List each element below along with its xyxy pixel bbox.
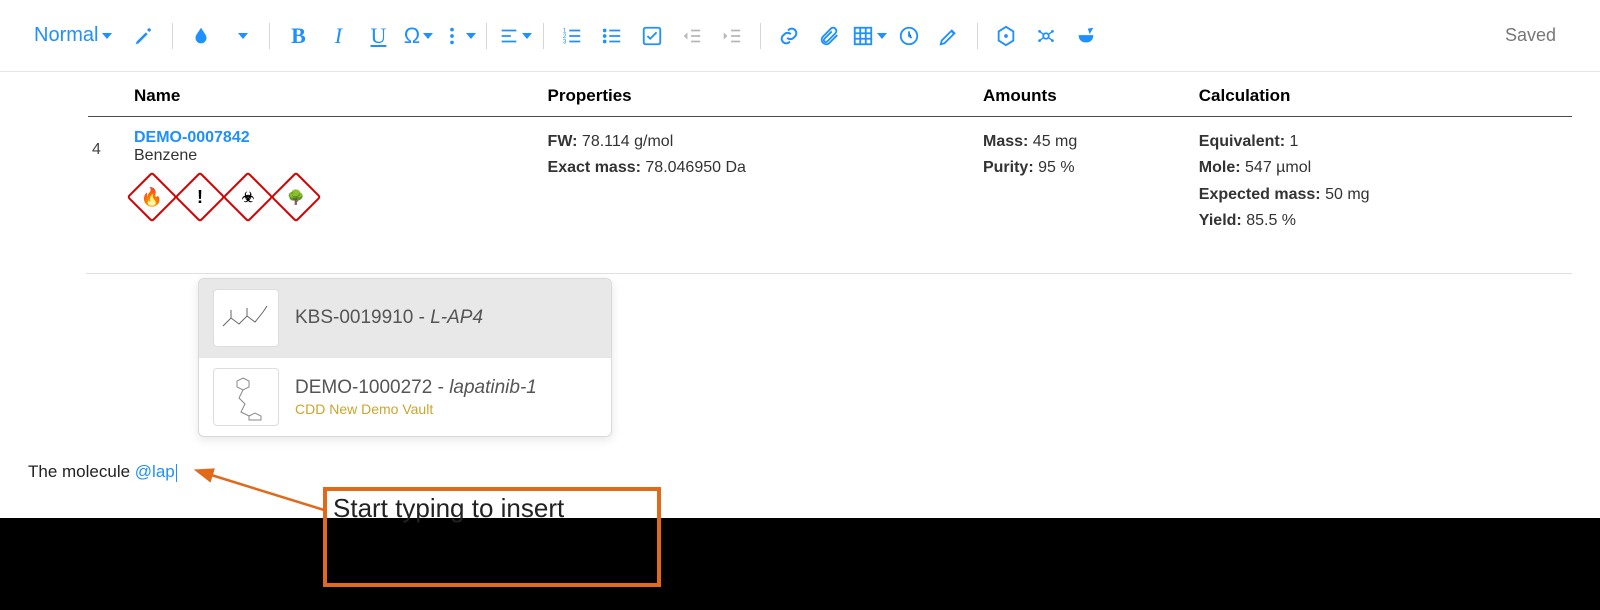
emass-key: Expected mass: <box>1199 186 1321 203</box>
separator <box>977 23 978 49</box>
mole-val: 547 µmol <box>1245 159 1311 176</box>
structure-thumbnail <box>213 368 279 426</box>
ordered-list-button[interactable]: 123 <box>554 18 590 54</box>
callout-box: Start typing to insert <box>323 487 661 587</box>
autocomplete-item[interactable]: DEMO-1000272 - lapatinib-1 CDD New Demo … <box>199 357 611 436</box>
bold-button[interactable]: B <box>280 18 316 54</box>
autocomplete-label: KBS-0019910 - L-AP4 <box>295 307 483 329</box>
pen-tool-button[interactable] <box>931 18 967 54</box>
separator <box>172 23 173 49</box>
chevron-down-icon <box>877 33 887 39</box>
reagent-table-area: Name Properties Amounts Calculation 4 DE… <box>0 72 1600 243</box>
underline-button[interactable]: U <box>360 18 396 54</box>
autocomplete-source: CDD New Demo Vault <box>295 401 537 417</box>
editor-prefix: The molecule <box>28 462 135 481</box>
row-index: 4 <box>92 129 126 159</box>
separator <box>543 23 544 49</box>
yield-val: 85.5 % <box>1246 212 1296 229</box>
structure-thumbnail <box>213 289 279 347</box>
separator <box>486 23 487 49</box>
mention-autocomplete: KBS-0019910 - L-AP4 DEMO-1000272 - lapat… <box>198 278 612 437</box>
table-button[interactable] <box>851 18 887 54</box>
col-properties: Properties <box>544 72 979 117</box>
chevron-down-icon <box>102 33 112 39</box>
bottom-mask <box>0 518 1600 610</box>
compound-name: Benzene <box>134 147 540 165</box>
unordered-list-button[interactable] <box>594 18 630 54</box>
table-row: 4 DEMO-0007842 Benzene 🔥 ! ☣ 🌳 FW: 78.11… <box>88 117 1572 243</box>
callout-arrow <box>200 470 330 520</box>
editor-toolbar: Normal B I U Ω 123 <box>0 0 1600 72</box>
reagent-table: Name Properties Amounts Calculation 4 DE… <box>88 72 1572 243</box>
mole-key: Mole: <box>1199 159 1241 176</box>
purity-val: 95 % <box>1038 159 1074 176</box>
editor-text-line[interactable]: The molecule @lap <box>28 462 177 482</box>
autocomplete-item[interactable]: KBS-0019910 - L-AP4 <box>199 279 611 357</box>
hexagon-icon[interactable] <box>988 18 1024 54</box>
table-bottom-border <box>86 273 1572 274</box>
eq-val: 1 <box>1289 133 1298 150</box>
mortar-icon[interactable] <box>1068 18 1104 54</box>
mention-token: @lap <box>135 462 175 481</box>
chevron-down-icon <box>238 33 248 39</box>
timestamp-button[interactable] <box>891 18 927 54</box>
compound-id-link[interactable]: DEMO-0007842 <box>134 129 540 147</box>
symbol-button[interactable]: Ω <box>400 18 436 54</box>
callout-text: Start typing to insert <box>327 491 657 526</box>
mass-key: Mass: <box>983 133 1028 150</box>
checklist-button[interactable] <box>634 18 670 54</box>
hazard-flammable-icon: 🔥 <box>130 175 174 219</box>
em-val: 78.046950 Da <box>645 159 746 176</box>
outdent-button[interactable] <box>674 18 710 54</box>
col-calculation: Calculation <box>1195 72 1572 117</box>
more-format-dropdown[interactable] <box>440 18 476 54</box>
structure-icon[interactable] <box>1028 18 1064 54</box>
fw-val: 78.114 g/mol <box>582 133 673 150</box>
paragraph-style-label: Normal <box>34 24 98 47</box>
attachment-button[interactable] <box>811 18 847 54</box>
hazard-irritant-icon: ! <box>178 175 222 219</box>
hazard-environment-icon: 🌳 <box>274 175 318 219</box>
separator <box>760 23 761 49</box>
emass-val: 50 mg <box>1325 186 1369 203</box>
svg-text:3: 3 <box>563 38 567 45</box>
ink-drop-icon[interactable] <box>183 18 219 54</box>
indent-button[interactable] <box>714 18 750 54</box>
col-name: Name <box>130 72 544 117</box>
em-key: Exact mass: <box>548 159 641 176</box>
purity-key: Purity: <box>983 159 1034 176</box>
link-button[interactable] <box>771 18 807 54</box>
paragraph-style-dropdown[interactable]: Normal <box>24 20 122 51</box>
chevron-down-icon <box>522 33 532 39</box>
highlighter-icon[interactable] <box>126 18 162 54</box>
col-amounts: Amounts <box>979 72 1195 117</box>
text-cursor <box>176 464 177 482</box>
mass-val: 45 mg <box>1033 133 1077 150</box>
align-dropdown[interactable] <box>497 18 533 54</box>
fw-key: FW: <box>548 133 578 150</box>
save-status: Saved <box>1505 25 1576 46</box>
hazard-icons: 🔥 ! ☣ 🌳 <box>130 175 540 219</box>
ink-dropdown[interactable] <box>223 18 259 54</box>
eq-key: Equivalent: <box>1199 133 1285 150</box>
autocomplete-label: DEMO-1000272 - lapatinib-1 <box>295 377 537 399</box>
chevron-down-icon <box>423 33 433 39</box>
hazard-health-icon: ☣ <box>226 175 270 219</box>
chevron-down-icon <box>466 33 476 39</box>
italic-button[interactable]: I <box>320 18 356 54</box>
separator <box>269 23 270 49</box>
yield-key: Yield: <box>1199 212 1242 229</box>
